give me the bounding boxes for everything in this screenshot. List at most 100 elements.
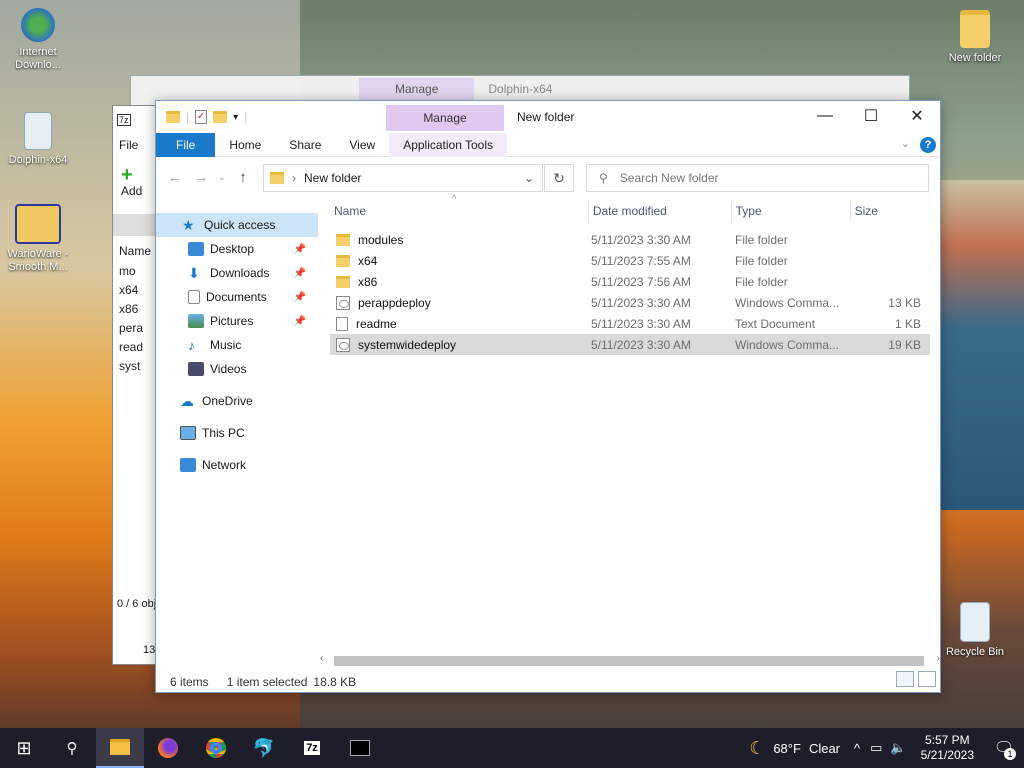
customize-qat-icon[interactable]: ▾ [233,112,238,123]
nav-label: OneDrive [202,394,253,408]
ribbon-tabs: File Home Share View Application Tools ⌄… [156,132,940,157]
nav-pictures[interactable]: Pictures 📌 [156,309,318,333]
nav-label: Quick access [204,218,276,232]
tab-home[interactable]: Home [215,133,275,157]
network-icon[interactable]: ▭ [870,740,882,756]
maximize-button[interactable]: ☐ [848,101,894,131]
clock-time: 5:57 PM [924,733,970,747]
minimize-button[interactable]: — [802,101,848,131]
nav-network[interactable]: Network [156,453,318,477]
sevenzip-icon: 7z [117,114,131,126]
file-name: x86 [358,274,378,289]
sevenzip-add-button[interactable]: + Add [113,160,161,204]
file-row[interactable]: readme 5/11/2023 3:30 AM Text Document 1… [330,313,930,334]
weather-desc[interactable]: Clear [809,741,840,756]
volume-icon[interactable]: 🔈 [890,740,906,756]
taskbar-chrome[interactable] [192,728,240,768]
file-row[interactable]: modules 5/11/2023 3:30 AM File folder [330,229,930,250]
help-icon[interactable]: ? [920,137,936,153]
search-button[interactable]: ⚲ [48,728,96,768]
refresh-button[interactable]: ↻ [544,164,574,192]
recent-locations-icon[interactable]: ⌄ [214,172,230,183]
new-folder-icon[interactable] [213,111,228,123]
manage-tab[interactable]: Manage [386,105,504,131]
address-bar[interactable]: › New folder ⌄ [263,164,543,192]
tab-view[interactable]: View [335,133,389,157]
file-icon [24,112,52,150]
column-date[interactable]: Date modified [589,201,732,221]
iso-icon [15,204,61,244]
nav-quick-access[interactable]: ★ Quick access [156,213,318,237]
notification-center-button[interactable]: 🗨 1 [984,728,1024,768]
start-button[interactable]: ⊞ [0,728,48,768]
column-type[interactable]: Type [732,201,851,221]
details-view-button[interactable] [896,671,914,687]
desktop-icon-label: Recycle Bin [945,646,1005,658]
file-size: 13 KB [888,295,921,310]
sevenzip-menu-file[interactable]: File [113,130,161,160]
dolphin-icon: 🐬 [252,737,276,758]
chevron-down-icon[interactable]: ⌄ [524,171,534,185]
taskbar-7zip[interactable]: 7z [288,728,336,768]
selection-size: 18.8 KB [313,675,357,689]
pin-icon[interactable]: 📌 [294,268,306,279]
taskbar-firefox[interactable] [144,728,192,768]
file-name: x64 [358,253,378,268]
pin-icon[interactable]: 📌 [294,316,306,327]
film-icon [188,362,204,376]
desktop-icon-dolphin[interactable]: Dolphin-x64 [2,112,74,167]
close-button[interactable]: ✕ [894,101,940,131]
column-name[interactable]: Name [330,201,589,221]
clock[interactable]: 5:57 PM 5/21/2023 [911,733,984,763]
properties-icon[interactable]: ✓ [195,110,208,124]
chrome-icon [206,738,226,758]
desktop-icon-new-folder[interactable]: New folder [939,10,1011,65]
desktop-icon-warioware[interactable]: WarioWare - Smooth M... [2,204,74,274]
file-row-selected[interactable]: systemwidedeploy 5/11/2023 3:30 AM Windo… [330,334,930,355]
pin-icon[interactable]: 📌 [294,292,306,303]
desktop-icon-recycle-bin[interactable]: Recycle Bin [939,602,1011,659]
nav-desktop[interactable]: Desktop 📌 [156,237,318,261]
recycle-bin-icon [960,602,990,642]
nav-videos[interactable]: Videos [156,357,318,381]
file-row[interactable]: x64 5/11/2023 7:55 AM File folder [330,250,930,271]
file-row[interactable]: x86 5/11/2023 7:56 AM File folder [330,271,930,292]
title-bar[interactable]: | ✓ ▾ | Manage New folder — ☐ ✕ [156,101,940,133]
sevenzip-col-name[interactable]: Name [113,236,161,262]
tab-application-tools[interactable]: Application Tools [389,132,508,157]
show-hidden-icons-icon[interactable]: ^ [854,741,860,756]
taskbar-command-prompt[interactable] [336,728,384,768]
nav-music[interactable]: ♪ Music [156,333,318,357]
scroll-right-icon[interactable]: › [937,653,940,664]
nav-documents[interactable]: Documents 📌 [156,285,318,309]
horizontal-scrollbar[interactable]: ‹ › [318,653,940,669]
forward-button[interactable]: → [188,169,214,186]
tab-file[interactable]: File [156,132,216,157]
tab-share[interactable]: Share [275,133,335,157]
scroll-left-icon[interactable]: ‹ [320,653,323,664]
scrollbar-thumb[interactable] [334,656,924,666]
moon-weather-icon[interactable]: ☾ [749,738,765,759]
file-size: 19 KB [888,337,921,352]
bg-manage-tab[interactable]: Manage [359,78,475,100]
nav-label: Desktop [210,242,255,256]
nav-onedrive[interactable]: ☁ OneDrive [156,389,318,413]
up-button[interactable]: ↑ [230,169,256,186]
search-input[interactable]: ⚲ Search New folder [586,164,929,192]
desktop-icon-internet-download[interactable]: Internet Downlo... [2,8,74,72]
file-name: systemwidedeploy [358,337,457,352]
weather-temp[interactable]: 68°F [773,741,801,756]
pin-icon[interactable]: 📌 [294,244,306,255]
back-button[interactable]: ← [162,169,188,186]
column-size[interactable]: Size [851,201,930,221]
large-icons-view-button[interactable] [918,671,936,687]
taskbar-file-explorer[interactable] [96,728,144,768]
file-row[interactable]: perappdeploy 5/11/2023 3:30 AM Windows C… [330,292,930,313]
explorer-window[interactable]: | ✓ ▾ | Manage New folder — ☐ ✕ File Hom… [155,100,941,693]
sevenzip-icon: 7z [304,741,320,755]
nav-downloads[interactable]: ⬇ Downloads 📌 [156,261,318,285]
taskbar-dolphin[interactable]: 🐬 [240,728,288,768]
file-type: Windows Comma... [735,295,840,310]
nav-this-pc[interactable]: This PC [156,421,318,445]
expand-ribbon-icon[interactable]: ⌄ [901,137,910,150]
